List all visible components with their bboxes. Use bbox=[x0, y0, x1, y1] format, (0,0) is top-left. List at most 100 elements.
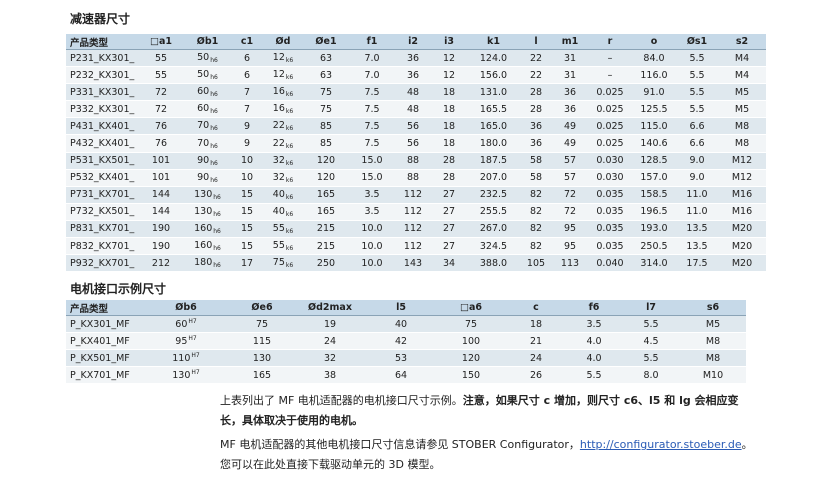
tolerance-subscript: h6 bbox=[210, 159, 218, 167]
table-cell: 193.0 bbox=[632, 220, 676, 239]
column-header: Ød2max bbox=[294, 300, 366, 316]
table-cell: 63 bbox=[303, 66, 349, 85]
table-cell: P_KX501_MF bbox=[66, 349, 142, 368]
table-cell: 21 bbox=[506, 332, 566, 351]
tolerance-subscript: h6 bbox=[213, 245, 221, 253]
table-cell: 40k6 bbox=[263, 203, 303, 221]
table-cell: 12k6 bbox=[263, 66, 303, 85]
table-cell: 100 bbox=[436, 332, 506, 351]
reducer-dimension-table: 产品类型 □a1 Øb1 c1 Ød Øe1 f1 i2 i3 k1 l m1 r o Øs1 s2 P231… bbox=[66, 34, 766, 273]
tolerance-superscript: H7 bbox=[191, 369, 200, 377]
table-cell: 18 bbox=[431, 83, 467, 102]
table-cell: 9 bbox=[231, 134, 263, 153]
table-cell: 116.0 bbox=[632, 66, 676, 85]
table-cell: 165 bbox=[303, 203, 349, 221]
note-paragraph-1: 上表列出了 MF 电机适配器的电机接口尺寸示例。注意，如果尺寸 c 增加，则尺寸… bbox=[220, 391, 760, 431]
table-cell: 5.5 bbox=[622, 315, 680, 334]
table-cell: P432_KX401_ bbox=[66, 134, 138, 153]
table-cell: 6 bbox=[231, 49, 263, 68]
table-cell: 16k6 bbox=[263, 100, 303, 119]
table-cell: P831_KX701_ bbox=[66, 220, 138, 239]
table-cell: 130 bbox=[230, 349, 294, 368]
table-cell: 0.025 bbox=[588, 100, 632, 119]
table-cell: 130H7 bbox=[142, 366, 230, 385]
table-cell: P532_KX401_ bbox=[66, 169, 138, 187]
table-cell: 165.5 bbox=[467, 100, 520, 119]
column-header: c bbox=[506, 300, 566, 316]
table-cell: M16 bbox=[718, 186, 766, 204]
tolerance-subscript: h6 bbox=[210, 57, 218, 65]
table-cell: 88 bbox=[395, 152, 431, 170]
table-cell: 0.035 bbox=[588, 186, 632, 204]
table-cell: 190 bbox=[138, 237, 184, 256]
table-cell: M8 bbox=[718, 134, 766, 153]
table-cell: 55k6 bbox=[263, 220, 303, 239]
table-cell: 28 bbox=[431, 152, 467, 170]
table-cell: 4.0 bbox=[566, 349, 622, 368]
table-cell: 32 bbox=[294, 349, 366, 368]
table-cell: 9.0 bbox=[676, 152, 718, 170]
column-header: i3 bbox=[431, 34, 467, 50]
tolerance-subscript: h6 bbox=[210, 108, 218, 116]
table-cell: 55 bbox=[138, 66, 184, 85]
column-header: Ød bbox=[263, 34, 303, 50]
table-cell: 160h6 bbox=[184, 237, 231, 256]
table-cell: 57 bbox=[552, 152, 588, 170]
table-cell: 120 bbox=[436, 349, 506, 368]
tolerance-subscript: k6 bbox=[285, 142, 294, 150]
table-header-row: 产品类型 □a1 Øb1 c1 Ød Øe1 f1 i2 i3 k1 l m1 r o Øs1 s2 bbox=[66, 34, 766, 50]
table-cell: 115 bbox=[230, 332, 294, 351]
tolerance-subscript: k6 bbox=[285, 74, 294, 82]
tolerance-subscript: k6 bbox=[285, 159, 294, 167]
table-cell: P_KX301_MF bbox=[66, 315, 142, 334]
table-cell: 36 bbox=[520, 117, 552, 136]
table-row: P_KX401_MF 95H7 115 24 42 100 21 4.0 4.5 M8 bbox=[66, 332, 746, 351]
tolerance-subscript: k6 bbox=[285, 91, 294, 99]
table-cell: 90h6 bbox=[184, 152, 231, 170]
table-cell: 27 bbox=[431, 237, 467, 256]
table-cell: 112 bbox=[395, 220, 431, 239]
table-cell: 60h6 bbox=[184, 83, 231, 102]
table-cell: 22k6 bbox=[263, 117, 303, 136]
column-header: □a6 bbox=[436, 300, 506, 316]
table-row: P432_KX401_ 76 70h6 9 22k6 85 7.5 56 18 180.0 36 49… bbox=[66, 134, 766, 153]
tolerance-subscript: h6 bbox=[213, 262, 221, 270]
table-cell: 24 bbox=[294, 332, 366, 351]
table-cell: 156.0 bbox=[467, 66, 520, 85]
table-cell: 27 bbox=[431, 186, 467, 204]
configurator-link[interactable]: http://configurator.stoeber.de bbox=[580, 438, 742, 451]
table-cell: 19 bbox=[294, 315, 366, 334]
table-cell: 165 bbox=[303, 186, 349, 204]
table-cell: 82 bbox=[520, 237, 552, 256]
table-cell: 95 bbox=[552, 220, 588, 239]
table-cell: 72 bbox=[138, 100, 184, 119]
table-row: P731_KX701_ 144 130h6 15 40k6 165 3.5 112 27 232.… bbox=[66, 186, 766, 204]
table-cell: 130h6 bbox=[184, 203, 231, 221]
table-cell: 131.0 bbox=[467, 83, 520, 102]
table-cell: 144 bbox=[138, 203, 184, 221]
table-cell: 112 bbox=[395, 237, 431, 256]
table-cell: 85 bbox=[303, 117, 349, 136]
table-cell: 55k6 bbox=[263, 237, 303, 256]
table-cell: 75 bbox=[303, 100, 349, 119]
table-cell: P232_KX301_ bbox=[66, 66, 138, 85]
column-header: 产品类型 bbox=[66, 34, 138, 50]
table-cell: 115.0 bbox=[632, 117, 676, 136]
table-cell: 143 bbox=[395, 254, 431, 273]
table-cell: 140.6 bbox=[632, 134, 676, 153]
table-cell: P331_KX301_ bbox=[66, 83, 138, 102]
table-cell: 15.0 bbox=[349, 152, 395, 170]
table-cell: 90h6 bbox=[184, 169, 231, 187]
table-cell: 6.6 bbox=[676, 117, 718, 136]
tolerance-superscript: H7 bbox=[188, 335, 197, 343]
table-cell: 0.040 bbox=[588, 254, 632, 273]
table-cell: 215 bbox=[303, 220, 349, 239]
table-cell: 50h6 bbox=[184, 66, 231, 85]
table-cell: 27 bbox=[431, 203, 467, 221]
table-cell: 32k6 bbox=[263, 169, 303, 187]
column-header: Øs1 bbox=[676, 34, 718, 50]
table-cell: 15 bbox=[231, 220, 263, 239]
table-cell: 125.5 bbox=[632, 100, 676, 119]
table-cell: 13.5 bbox=[676, 220, 718, 239]
table-cell: 314.0 bbox=[632, 254, 676, 273]
